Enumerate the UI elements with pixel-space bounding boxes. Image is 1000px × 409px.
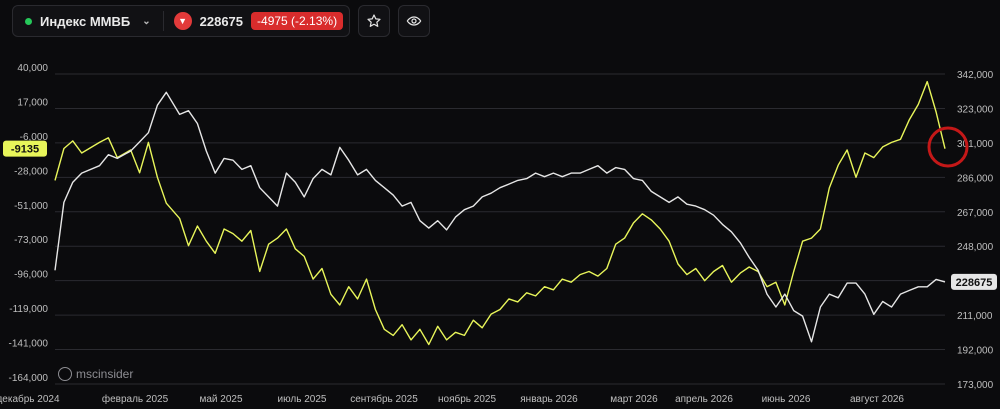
left-tick-label: -119,000 (9, 304, 48, 315)
series-line-yellow (54, 80, 946, 346)
x-tick-label: март 2026 (610, 394, 658, 405)
right-tick-label: 323,000 (957, 104, 994, 115)
price: 228675 (199, 13, 244, 29)
status-dot (25, 17, 32, 25)
symbol-selector[interactable]: Индекс ММВБ ⌄ (13, 6, 163, 36)
change-badge: -4975 (-2.13%) (251, 12, 344, 30)
left-tick-label: -51,000 (14, 201, 48, 212)
left-tick-label: 17,000 (17, 97, 48, 108)
right-tick-label: 342,000 (957, 70, 994, 81)
right-tick-label: 248,000 (957, 242, 994, 253)
quote: ▼ 228675 -4975 (-2.13%) (164, 12, 349, 30)
left-tick-label: -28,000 (14, 166, 48, 177)
down-arrow-icon: ▼ (173, 12, 192, 30)
star-icon (367, 14, 381, 27)
right-tick-label: 192,000 (957, 346, 994, 357)
right-tick-label: 173,000 (957, 380, 994, 391)
x-tick-label: июнь 2026 (762, 394, 811, 405)
x-tick-label: январь 2026 (520, 394, 578, 405)
left-tick-label: -141,000 (9, 339, 49, 350)
left-tick-label: -164,000 (9, 373, 49, 384)
eye-icon (406, 16, 422, 26)
right-tick-label: 267,000 (957, 208, 994, 219)
x-axis: декабрь 2024 февраль 2025 май 2025 июль 202… (0, 393, 904, 405)
ticker-box: Индекс ММВБ ⌄ ▼ 228675 -4975 (-2.13%) (12, 5, 351, 37)
watermark-text: mscinsider (76, 367, 134, 381)
left-tick-label: -73,000 (14, 235, 48, 246)
favorite-button[interactable] (358, 5, 391, 37)
left-axis: 40,00017,000-6,000-28,000-51,000-73,000-… (3, 63, 48, 384)
mscinsider-logo-icon (58, 367, 72, 381)
x-tick-label: август 2026 (850, 394, 904, 405)
right-tick-label: 301,000 (957, 139, 994, 150)
x-tick-label: апрель 2026 (675, 394, 733, 405)
right-tick-label: 286,000 (957, 173, 994, 184)
x-tick-label: сентябрь 2025 (350, 393, 418, 405)
chart-canvas[interactable]: 40,00017,000-6,000-28,000-51,000-73,000-… (0, 0, 1000, 409)
left-current-value-label: -9135 (11, 144, 39, 156)
left-current-value-badge: -9135 (3, 140, 47, 157)
right-tick-label: 211,000 (957, 311, 993, 322)
grid-lines (55, 73, 945, 385)
right-current-value-label: 228675 (956, 277, 993, 289)
series-line-white (54, 91, 946, 343)
x-tick-label: июль 2025 (278, 394, 327, 405)
series-layer (54, 80, 946, 346)
toolbar: Индекс ММВБ ⌄ ▼ 228675 -4975 (-2.13%) (12, 5, 431, 37)
x-tick-label: ноябрь 2025 (438, 393, 496, 405)
right-axis: 342,000 323,000 301,000 286,000 267,000 248,0… (951, 70, 997, 391)
x-tick-label: май 2025 (199, 394, 242, 405)
left-tick-label: 40,000 (17, 63, 48, 74)
left-tick-label: -96,000 (14, 270, 48, 281)
right-current-value-badge: 228675 (951, 273, 997, 290)
x-tick-label: февраль 2025 (102, 393, 169, 405)
watch-button[interactable] (398, 5, 431, 37)
watermark: mscinsider (58, 367, 133, 381)
symbol-name: Индекс ММВБ (40, 13, 131, 29)
chevron-down-icon: ⌄ (142, 15, 151, 27)
x-tick-label: декабрь 2024 (0, 393, 60, 405)
